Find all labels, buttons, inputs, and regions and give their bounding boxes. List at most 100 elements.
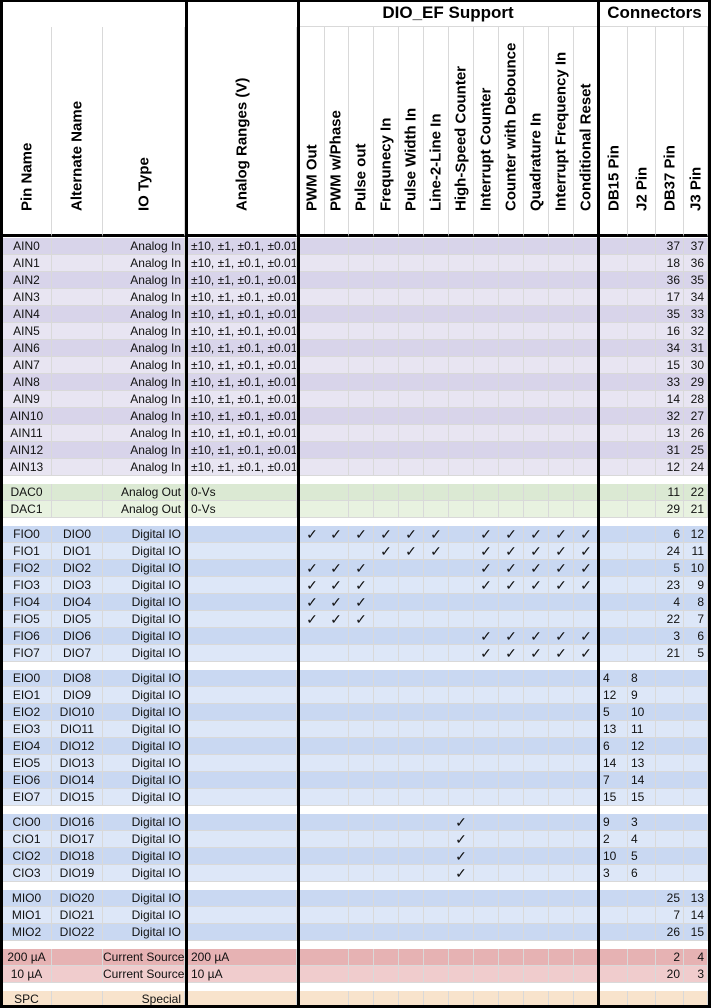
cell-dio-ef-0 bbox=[300, 306, 325, 323]
cell-dio-ef-0 bbox=[300, 755, 325, 772]
cell-dio-ef-9 bbox=[524, 594, 549, 611]
cell-db37: 4 bbox=[656, 594, 684, 611]
cell-j2 bbox=[628, 611, 656, 628]
header-alternate-name: Alternate Name bbox=[52, 27, 103, 237]
cell-dio-ef-7 bbox=[474, 425, 499, 442]
cell-dio-ef-9 bbox=[524, 687, 549, 704]
cell-dio-ef-7 bbox=[474, 907, 499, 924]
cell-j3: 12 bbox=[684, 526, 708, 543]
cell-pin: AIN10 bbox=[2, 408, 52, 425]
cell-dio-ef-11 bbox=[574, 306, 599, 323]
header-connector-db15-label: DB15 Pin bbox=[605, 145, 622, 211]
cell-db37 bbox=[656, 789, 684, 806]
cell-j3: 27 bbox=[684, 408, 708, 425]
cell-dio-ef-11 bbox=[574, 949, 599, 966]
cell-dio-ef-1 bbox=[324, 484, 349, 501]
cell-alt: DIO20 bbox=[52, 890, 103, 907]
cell-j2 bbox=[628, 340, 656, 357]
cell-dio-ef-7 bbox=[474, 408, 499, 425]
cell-dio-ef-8 bbox=[499, 687, 524, 704]
cell-pin: AIN8 bbox=[2, 374, 52, 391]
table-border-top bbox=[0, 0, 711, 2]
cell-dio-ef-6 bbox=[449, 645, 474, 662]
cell-pin: CIO0 bbox=[2, 814, 52, 831]
cell-dio-ef-1 bbox=[324, 924, 349, 941]
cell-dio-ef-1: ✓ bbox=[324, 594, 349, 611]
cell-j3: 14 bbox=[684, 907, 708, 924]
cell-type: Analog In bbox=[103, 306, 185, 323]
cell-dio-ef-0 bbox=[300, 721, 325, 738]
cell-db15 bbox=[600, 611, 628, 628]
cell-dio-ef-3 bbox=[374, 670, 399, 687]
cell-j2: 6 bbox=[628, 865, 656, 882]
cell-dio-ef-8 bbox=[499, 374, 524, 391]
cell-dio-ef-11 bbox=[574, 704, 599, 721]
cell-dio-ef-3 bbox=[374, 865, 399, 882]
cell-db37: 36 bbox=[656, 272, 684, 289]
check-icon: ✓ bbox=[505, 560, 517, 576]
cell-dio-ef-8 bbox=[499, 442, 524, 459]
cell-dio-ef-8 bbox=[499, 721, 524, 738]
header-connector-db37-label: DB37 Pin bbox=[661, 145, 678, 211]
cell-j3: 32 bbox=[684, 323, 708, 340]
cell-dio-ef-5 bbox=[424, 408, 449, 425]
cell-dio-ef-1: ✓ bbox=[324, 577, 349, 594]
cell-pin: AIN2 bbox=[2, 272, 52, 289]
cell-dio-ef-0 bbox=[300, 865, 325, 882]
cell-db15 bbox=[600, 425, 628, 442]
cell-db15 bbox=[600, 340, 628, 357]
cell-pin: 10 µA bbox=[2, 966, 52, 983]
cell-dio-ef-11 bbox=[574, 340, 599, 357]
cell-dio-ef-1 bbox=[324, 721, 349, 738]
header-dio-ef-7-label: Interrupt Counter bbox=[477, 87, 495, 211]
header-dio-ef-5: Line-2-Line In bbox=[424, 27, 449, 237]
cell-dio-ef-1: ✓ bbox=[324, 611, 349, 628]
cell-alt: DIO15 bbox=[52, 789, 103, 806]
cell-dio-ef-9: ✓ bbox=[524, 628, 549, 645]
cell-j2 bbox=[628, 306, 656, 323]
header-dio-ef-1: PWM w/Phase bbox=[324, 27, 349, 237]
cell-db15: 15 bbox=[600, 789, 628, 806]
cell-j3: 26 bbox=[684, 425, 708, 442]
cell-dio-ef-10 bbox=[549, 484, 574, 501]
cell-dio-ef-0 bbox=[300, 238, 325, 255]
cell-dio-ef-3 bbox=[374, 755, 399, 772]
cell-db37: 17 bbox=[656, 289, 684, 306]
cell-dio-ef-8 bbox=[499, 814, 524, 831]
cell-dio-ef-3 bbox=[374, 408, 399, 425]
cell-db37 bbox=[656, 670, 684, 687]
cell-dio-ef-9: ✓ bbox=[524, 577, 549, 594]
cell-dio-ef-2 bbox=[349, 924, 374, 941]
header-connector-j2: J2 Pin bbox=[628, 27, 656, 237]
cell-dio-ef-2 bbox=[349, 831, 374, 848]
cell-dio-ef-11: ✓ bbox=[574, 543, 599, 560]
cell-dio-ef-7 bbox=[474, 738, 499, 755]
cell-type: Analog In bbox=[103, 391, 185, 408]
cell-j2: 9 bbox=[628, 687, 656, 704]
cell-dio-ef-6 bbox=[449, 357, 474, 374]
cell-dio-ef-6 bbox=[449, 306, 474, 323]
cell-dio-ef-8: ✓ bbox=[499, 577, 524, 594]
header-pin-name-label: Pin Name bbox=[18, 142, 35, 211]
cell-dio-ef-2 bbox=[349, 721, 374, 738]
cell-dio-ef-8 bbox=[499, 611, 524, 628]
cell-db15 bbox=[600, 645, 628, 662]
cell-j3: 5 bbox=[684, 645, 708, 662]
cell-range: ±10, ±1, ±0.1, ±0.01 bbox=[188, 408, 297, 425]
cell-pin: CIO3 bbox=[2, 865, 52, 882]
check-icon: ✓ bbox=[505, 645, 517, 661]
cell-dio-ef-8 bbox=[499, 501, 524, 518]
cell-alt: DIO10 bbox=[52, 704, 103, 721]
cell-dio-ef-1 bbox=[324, 890, 349, 907]
cell-db37: 34 bbox=[656, 340, 684, 357]
cell-pin: AIN13 bbox=[2, 459, 52, 476]
cell-j2 bbox=[628, 459, 656, 476]
cell-dio-ef-9 bbox=[524, 340, 549, 357]
cell-dio-ef-8 bbox=[499, 890, 524, 907]
cell-dio-ef-7 bbox=[474, 865, 499, 882]
cell-dio-ef-1 bbox=[324, 907, 349, 924]
header-dio-ef-2: Pulse out bbox=[349, 27, 374, 237]
check-icon: ✓ bbox=[555, 645, 567, 661]
cell-dio-ef-6: ✓ bbox=[449, 814, 474, 831]
header-dio-ef-4: Pulse Width In bbox=[399, 27, 424, 237]
